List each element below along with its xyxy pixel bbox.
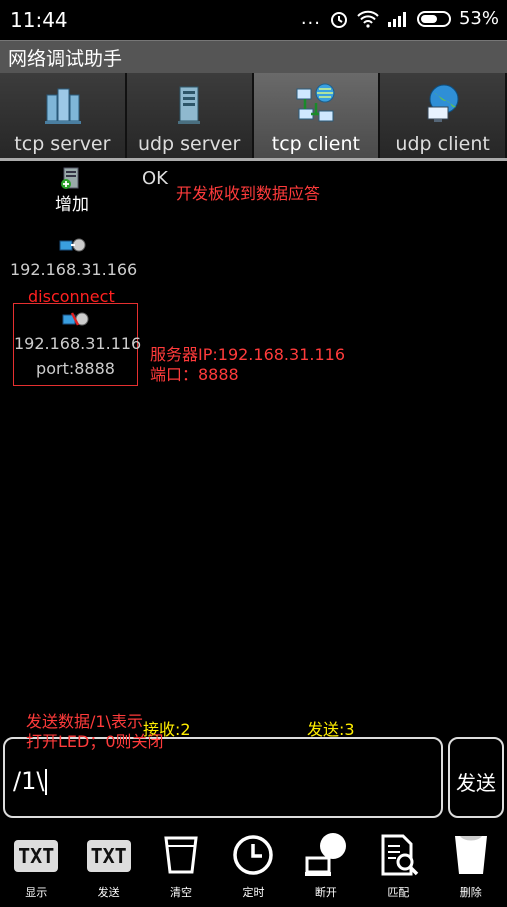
connection-ip: 192.168.31.116	[14, 334, 142, 353]
connection-item-selected[interactable]: 192.168.31.116 port:8888	[13, 303, 142, 386]
signal-icon	[387, 11, 406, 27]
annotation-server-ip: 服务器IP:192.168.31.116	[150, 345, 345, 364]
annotation-send: 发送数据/1\表示 打开LED；0则关闭	[26, 712, 164, 752]
wifi-icon	[357, 10, 379, 28]
delete-button[interactable]: 删除	[435, 826, 507, 907]
tab-udp-client[interactable]: udp client	[380, 73, 507, 160]
add-label: 增加	[55, 195, 89, 215]
app-title: 网络调试助手	[8, 48, 123, 70]
clear-button[interactable]: 清空	[145, 826, 217, 907]
toolbar-label: 匹配	[387, 886, 410, 899]
battery-icon	[416, 10, 451, 27]
cup-clear-icon	[164, 836, 198, 874]
connection-link-icon	[59, 238, 85, 252]
match-button[interactable]: 匹配	[362, 826, 434, 907]
tab-label: udp server	[137, 133, 241, 155]
status-bar: 11:44 ... 53%	[0, 0, 507, 40]
tab-udp-server[interactable]: udp server	[126, 73, 254, 160]
timer-button[interactable]: 定时	[217, 826, 289, 907]
toolbar-label: 断开	[314, 886, 337, 899]
display-button[interactable]: TXT 显示	[0, 826, 72, 907]
disconnect-network-icon	[304, 833, 346, 876]
toolbar-label: 删除	[459, 886, 482, 899]
disconnect-button[interactable]: 断开	[290, 826, 362, 907]
send-button[interactable]: 发送	[448, 737, 504, 818]
tab-tcp-client[interactable]: tcp client	[253, 73, 381, 160]
notification-dots: ...	[300, 8, 321, 29]
connection-item[interactable]: 192.168.31.166	[10, 236, 138, 279]
document-search-icon	[381, 834, 419, 876]
send-button-label: 发送	[456, 771, 496, 795]
txt-display-icon: TXT	[14, 840, 59, 872]
alarm-icon	[330, 11, 347, 28]
toolbar-label: 显示	[25, 886, 48, 899]
connection-broken-icon	[62, 312, 88, 326]
annotation-port: 端口：8888	[150, 365, 239, 384]
app-title-bar: 网络调试助手	[0, 40, 507, 73]
server-cabinet-icon	[178, 86, 201, 124]
tab-underline	[0, 158, 507, 161]
send-mode-button[interactable]: TXT 发送	[72, 826, 144, 907]
network-computers-icon	[296, 83, 335, 122]
annotation-send-line1: 发送数据/1\表示	[26, 712, 143, 731]
battery-percent: 53%	[458, 8, 499, 29]
toolbar-label: 发送	[97, 886, 120, 899]
add-server-icon	[61, 167, 79, 189]
connection-ip: 192.168.31.166	[10, 260, 138, 279]
trash-cup-icon	[454, 836, 487, 874]
annotation-server: 服务器IP:192.168.31.116 端口：8888	[150, 345, 345, 385]
tab-label: udp client	[395, 133, 490, 155]
globe-computer-icon	[427, 84, 459, 122]
server-rack-icon	[45, 88, 82, 124]
text-caret	[45, 769, 48, 795]
bottom-toolbar: TXT 显示 TXT 发送 清空 定时 断开 匹配 删除	[0, 826, 507, 907]
input-value: /1\	[13, 767, 45, 795]
toolbar-label: 定时	[242, 886, 265, 899]
txt-send-icon: TXT	[86, 840, 131, 872]
clock-icon	[233, 835, 274, 875]
annotation-send-line2: 打开LED；0则关闭	[26, 732, 164, 751]
toolbar-label: 清空	[170, 886, 193, 899]
tab-label: tcp server	[14, 133, 111, 155]
tab-bar: tcp server udp server tcp client udp cli…	[0, 73, 507, 160]
status-time: 11:44	[10, 8, 68, 32]
annotation-ack: 开发板收到数据应答	[176, 184, 321, 203]
tab-tcp-server[interactable]: tcp server	[0, 73, 127, 160]
add-connection-button[interactable]: 增加	[42, 166, 102, 215]
connection-port: port:8888	[36, 359, 115, 378]
tab-label: tcp client	[271, 133, 360, 155]
response-text: OK	[142, 168, 168, 189]
